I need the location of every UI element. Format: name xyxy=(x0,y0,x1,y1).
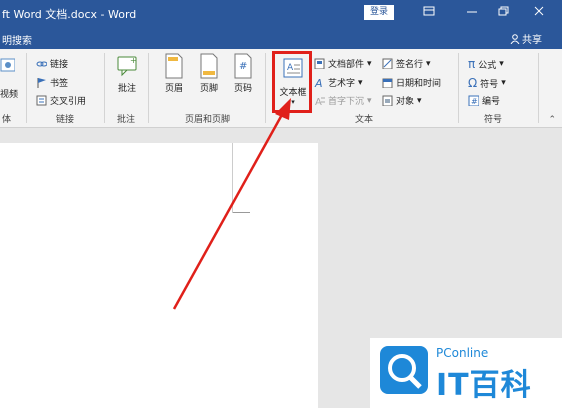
group-label-symbols: 符号 xyxy=(484,115,503,125)
pconline-watermark: PConline IT百科 xyxy=(370,338,562,408)
signature-line-button[interactable]: 签名行 ▾ xyxy=(382,57,431,70)
online-video-button[interactable]: 视频 xyxy=(0,53,20,100)
pi-icon: π xyxy=(468,57,476,71)
chevron-down-icon: ▾ xyxy=(367,58,372,69)
restore-icon[interactable] xyxy=(495,4,513,22)
drop-cap-icon: A xyxy=(315,97,325,106)
svg-text:A: A xyxy=(315,97,322,106)
footer-button[interactable]: 页脚 xyxy=(193,53,225,94)
numbering-label: 编号 xyxy=(482,97,501,107)
login-button[interactable]: 登录 xyxy=(364,5,394,20)
group-label-media: 体 xyxy=(2,115,12,125)
quick-parts-button[interactable]: 文档部件 ▾ xyxy=(314,57,372,70)
watermark-big-text: IT百科 xyxy=(436,368,532,403)
bookmark-icon xyxy=(37,78,46,88)
divider xyxy=(104,53,105,123)
cross-reference-label: 交叉引用 xyxy=(50,97,87,107)
tell-me-bar: 明搜索 共享 xyxy=(0,27,562,49)
cursor-margin-line xyxy=(232,212,250,213)
chevron-down-icon: ▾ xyxy=(501,78,506,88)
page-number-button[interactable]: # 页码 xyxy=(227,53,259,94)
wordart-button[interactable]: A 艺术字 ▾ xyxy=(314,76,363,89)
bookmark-button[interactable]: 书签 xyxy=(36,76,68,89)
share-button[interactable]: 共享 xyxy=(510,31,542,46)
signature-icon xyxy=(382,58,393,69)
page-number-label: 页码 xyxy=(233,84,252,94)
date-time-label: 日期和时间 xyxy=(396,79,442,89)
chevron-down-icon: ▾ xyxy=(499,59,504,69)
footer-icon xyxy=(198,53,220,79)
symbol-label: 符号 xyxy=(480,79,499,90)
video-label: 视频 xyxy=(0,90,19,100)
search-icon xyxy=(380,346,428,394)
group-label-header-footer: 页眉和页脚 xyxy=(185,115,231,125)
cross-reference-button[interactable]: 交叉引用 xyxy=(36,94,86,107)
wordart-icon: A xyxy=(314,77,323,88)
close-icon[interactable] xyxy=(530,4,548,22)
textbox-highlight xyxy=(272,51,312,113)
group-label-links: 链接 xyxy=(56,115,75,125)
watermark-small-text: PConline xyxy=(436,346,489,360)
link-icon xyxy=(36,61,47,67)
chevron-down-icon: ▾ xyxy=(417,95,422,106)
wordart-label: 艺术字 xyxy=(328,79,356,89)
signature-line-label: 签名行 xyxy=(396,60,424,70)
chevron-down-icon: ▾ xyxy=(367,95,372,106)
header-button[interactable]: 页眉 xyxy=(158,53,190,94)
svg-text:A: A xyxy=(314,77,323,88)
divider xyxy=(26,53,27,123)
ribbon-display-icon[interactable] xyxy=(420,4,438,22)
svg-text:+: + xyxy=(130,56,137,65)
object-button[interactable]: 对象 ▾ xyxy=(382,94,422,107)
group-label-text: 文本 xyxy=(355,115,374,125)
window-title: ft Word 文档.docx - Word xyxy=(2,8,137,21)
divider xyxy=(148,53,149,123)
object-label: 对象 xyxy=(396,97,415,107)
comment-icon: + xyxy=(116,53,138,79)
object-icon xyxy=(382,95,393,106)
collapse-ribbon-icon[interactable]: ⌃ xyxy=(548,115,556,125)
drop-cap-label: 首字下沉 xyxy=(328,97,365,107)
comment-label: 批注 xyxy=(117,84,136,94)
svg-text:#: # xyxy=(471,97,478,106)
numbering-button[interactable]: # 编号 xyxy=(468,94,500,107)
link-button[interactable]: 链接 xyxy=(36,57,68,70)
equation-label: 公式 xyxy=(478,60,497,71)
omega-icon: Ω xyxy=(468,76,478,90)
quick-parts-icon xyxy=(314,58,325,69)
person-icon xyxy=(510,33,520,44)
chevron-down-icon: ▾ xyxy=(426,58,431,69)
divider xyxy=(458,53,459,123)
footer-label: 页脚 xyxy=(199,84,218,94)
divider xyxy=(538,53,539,123)
chevron-down-icon: ▾ xyxy=(358,77,363,88)
document-page[interactable] xyxy=(0,143,318,408)
header-icon xyxy=(163,53,185,79)
tell-me-search[interactable]: 明搜索 xyxy=(2,32,32,47)
calendar-icon xyxy=(382,78,393,88)
equation-button[interactable]: π 公式 ▾ xyxy=(468,57,504,71)
share-label: 共享 xyxy=(522,35,542,46)
page-number-icon: # xyxy=(232,53,254,79)
minimize-icon[interactable] xyxy=(463,4,481,22)
header-label: 页眉 xyxy=(164,84,183,94)
symbol-button[interactable]: Ω 符号 ▾ xyxy=(468,76,506,90)
margin-line xyxy=(232,143,233,213)
divider xyxy=(265,53,266,123)
cross-reference-icon xyxy=(36,95,47,106)
link-label: 链接 xyxy=(50,60,69,70)
video-icon xyxy=(0,53,16,79)
comment-button[interactable]: + 批注 xyxy=(111,53,143,94)
quick-parts-label: 文档部件 xyxy=(328,60,365,70)
drop-cap-button[interactable]: A 首字下沉 ▾ xyxy=(314,94,372,108)
bookmark-label: 书签 xyxy=(50,79,69,89)
date-time-button[interactable]: 日期和时间 xyxy=(382,76,441,89)
svg-text:#: # xyxy=(239,61,247,72)
group-label-comments: 批注 xyxy=(117,115,136,125)
title-bar: ft Word 文档.docx - Word 登录 xyxy=(0,0,562,27)
numbering-icon: # xyxy=(468,95,479,106)
